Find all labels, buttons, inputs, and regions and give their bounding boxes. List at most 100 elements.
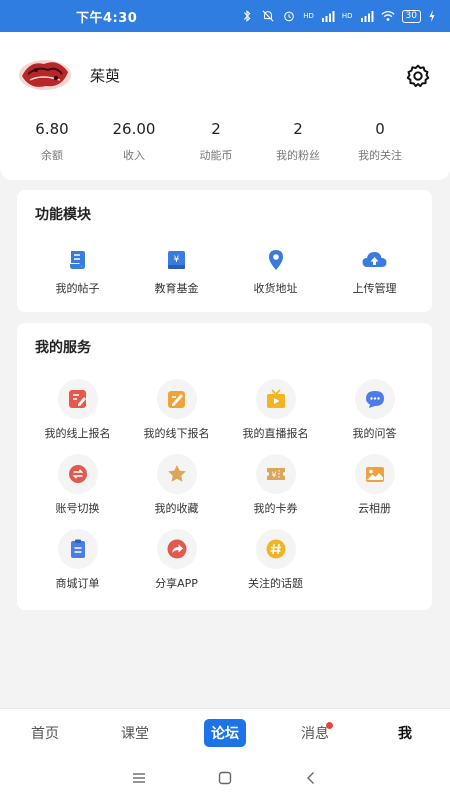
tab-label: 课堂 bbox=[121, 726, 149, 742]
svg-text:¥: ¥ bbox=[271, 471, 276, 480]
tile-label: 我的线下报名 bbox=[143, 427, 210, 440]
stat-label: 余额 bbox=[41, 149, 63, 162]
my-favorites-button[interactable]: 我的收藏 bbox=[127, 454, 226, 529]
stat-followers[interactable]: 2 我的粉丝 bbox=[257, 120, 339, 163]
mute-bell-icon bbox=[262, 10, 274, 22]
cloud-upload-icon bbox=[362, 252, 387, 267]
share-arrow-icon bbox=[167, 539, 186, 559]
stat-label: 我的粉丝 bbox=[276, 149, 320, 162]
stat-coins[interactable]: 2 动能币 bbox=[175, 120, 257, 163]
charging-icon bbox=[429, 10, 435, 22]
function-module-card: 功能模块 我的帖子 ¥ 教育基金 收货地址 上传管理 bbox=[17, 190, 432, 312]
tile-label: 收货地址 bbox=[253, 282, 298, 295]
status-time: 下午4:30 bbox=[76, 10, 138, 26]
svg-text:¥: ¥ bbox=[173, 255, 179, 265]
switch-icon bbox=[68, 465, 87, 483]
share-app-button[interactable]: 分享APP bbox=[127, 529, 226, 604]
upload-management-button[interactable]: 上传管理 bbox=[325, 247, 424, 296]
network-label-2: HD bbox=[341, 12, 353, 20]
tile-label: 关注的话题 bbox=[248, 577, 303, 590]
stats-row: 6.80 余额 26.00 收入 2 动能币 2 我的粉丝 0 我的关注 bbox=[0, 120, 450, 163]
stat-following[interactable]: 0 我的关注 bbox=[339, 120, 421, 163]
switch-account-button[interactable]: 账号切换 bbox=[28, 454, 127, 529]
tile-label: 商城订单 bbox=[55, 577, 100, 590]
section-title: 我的服务 bbox=[35, 340, 91, 356]
my-services-card: 我的服务 我的线上报名 我的线下报名 我的直播报名 我的问答 账号切换 我的收藏… bbox=[17, 323, 432, 610]
back-icon[interactable] bbox=[303, 770, 319, 786]
coupon-icon: ¥ bbox=[266, 468, 285, 480]
function-grid: 我的帖子 ¥ 教育基金 收货地址 上传管理 bbox=[17, 247, 432, 296]
unread-dot bbox=[326, 722, 333, 729]
location-pin-icon bbox=[268, 250, 283, 270]
tab-messages[interactable]: 消息 bbox=[270, 709, 360, 757]
avatar[interactable] bbox=[16, 56, 74, 94]
offline-signup-button[interactable]: 我的线下报名 bbox=[127, 379, 226, 454]
photo-album-icon bbox=[365, 467, 384, 482]
alarm-icon bbox=[284, 11, 295, 22]
tile-label: 我的帖子 bbox=[55, 282, 100, 295]
tab-classroom[interactable]: 课堂 bbox=[90, 709, 180, 757]
stat-value: 0 bbox=[375, 120, 385, 138]
stat-value: 26.00 bbox=[112, 120, 156, 138]
username: 茱萸 bbox=[90, 67, 121, 85]
stat-value: 6.80 bbox=[35, 120, 69, 138]
tile-label: 账号切换 bbox=[55, 502, 100, 515]
stat-value: 2 bbox=[293, 120, 303, 138]
stat-value: 2 bbox=[211, 120, 221, 138]
online-signup-button[interactable]: 我的线上报名 bbox=[28, 379, 127, 454]
tab-label: 消息 bbox=[301, 726, 329, 742]
tile-label: 我的问答 bbox=[352, 427, 397, 440]
profile-card: 茱萸 6.80 余额 26.00 收入 2 动能币 2 我的粉丝 0 我的关注 bbox=[0, 32, 450, 180]
menu-icon[interactable] bbox=[131, 770, 147, 786]
status-bar: 下午4:30 HD HD 30 bbox=[0, 0, 450, 32]
section-title: 功能模块 bbox=[35, 207, 91, 223]
chat-bubble-icon bbox=[365, 391, 384, 408]
cloud-album-button[interactable]: 云相册 bbox=[325, 454, 424, 529]
stat-balance[interactable]: 6.80 余额 bbox=[11, 120, 93, 163]
tile-label: 我的卡券 bbox=[253, 502, 298, 515]
pencil-pad-icon bbox=[167, 391, 185, 408]
tv-play-icon bbox=[266, 389, 285, 408]
tile-label: 我的线上报名 bbox=[44, 427, 111, 440]
tile-label: 分享APP bbox=[155, 577, 198, 590]
book-yuan-icon: ¥ bbox=[167, 251, 185, 269]
services-grid: 我的线上报名 我的线下报名 我的直播报名 我的问答 账号切换 我的收藏 ¥ 我的… bbox=[17, 379, 432, 604]
live-signup-button[interactable]: 我的直播报名 bbox=[226, 379, 325, 454]
tile-label: 云相册 bbox=[358, 502, 391, 515]
tile-label: 上传管理 bbox=[352, 282, 397, 295]
signal-icon-2 bbox=[360, 11, 374, 22]
signal-icon-1 bbox=[321, 11, 335, 22]
edit-doc-icon bbox=[68, 390, 86, 408]
stat-label: 动能币 bbox=[199, 149, 233, 162]
bluetooth-icon bbox=[244, 10, 251, 22]
tab-label: 论坛 bbox=[204, 719, 246, 747]
battery-indicator: 30 bbox=[401, 9, 421, 23]
stat-income[interactable]: 26.00 收入 bbox=[93, 120, 175, 163]
tile-label: 我的收藏 bbox=[154, 502, 199, 515]
gear-icon[interactable] bbox=[405, 63, 431, 89]
tab-me[interactable]: 我 bbox=[360, 709, 450, 757]
stat-label: 收入 bbox=[123, 149, 145, 162]
education-fund-button[interactable]: ¥ 教育基金 bbox=[127, 247, 226, 296]
clipboard-icon bbox=[70, 539, 85, 558]
shop-orders-button[interactable]: 商城订单 bbox=[28, 529, 127, 604]
system-nav-bar bbox=[0, 756, 450, 800]
tile-label: 教育基金 bbox=[154, 282, 199, 295]
my-coupons-button[interactable]: ¥ 我的卡券 bbox=[226, 454, 325, 529]
bottom-tab-bar: 首页 课堂 论坛 消息 我 bbox=[0, 708, 450, 756]
tab-label: 首页 bbox=[31, 726, 59, 742]
shipping-address-button[interactable]: 收货地址 bbox=[226, 247, 325, 296]
my-posts-button[interactable]: 我的帖子 bbox=[28, 247, 127, 296]
status-icons: HD HD 30 bbox=[240, 9, 436, 23]
my-qa-button[interactable]: 我的问答 bbox=[325, 379, 424, 454]
scroll-icon bbox=[69, 251, 85, 269]
network-label-1: HD bbox=[303, 12, 314, 20]
followed-topics-button[interactable]: 关注的话题 bbox=[226, 529, 325, 604]
tab-forum[interactable]: 论坛 bbox=[180, 709, 270, 757]
stat-label: 我的关注 bbox=[358, 149, 402, 162]
tab-label: 我 bbox=[398, 726, 412, 742]
home-square-icon[interactable] bbox=[217, 770, 233, 786]
star-icon bbox=[167, 465, 186, 482]
tile-label: 我的直播报名 bbox=[242, 427, 309, 440]
tab-home[interactable]: 首页 bbox=[0, 709, 90, 757]
